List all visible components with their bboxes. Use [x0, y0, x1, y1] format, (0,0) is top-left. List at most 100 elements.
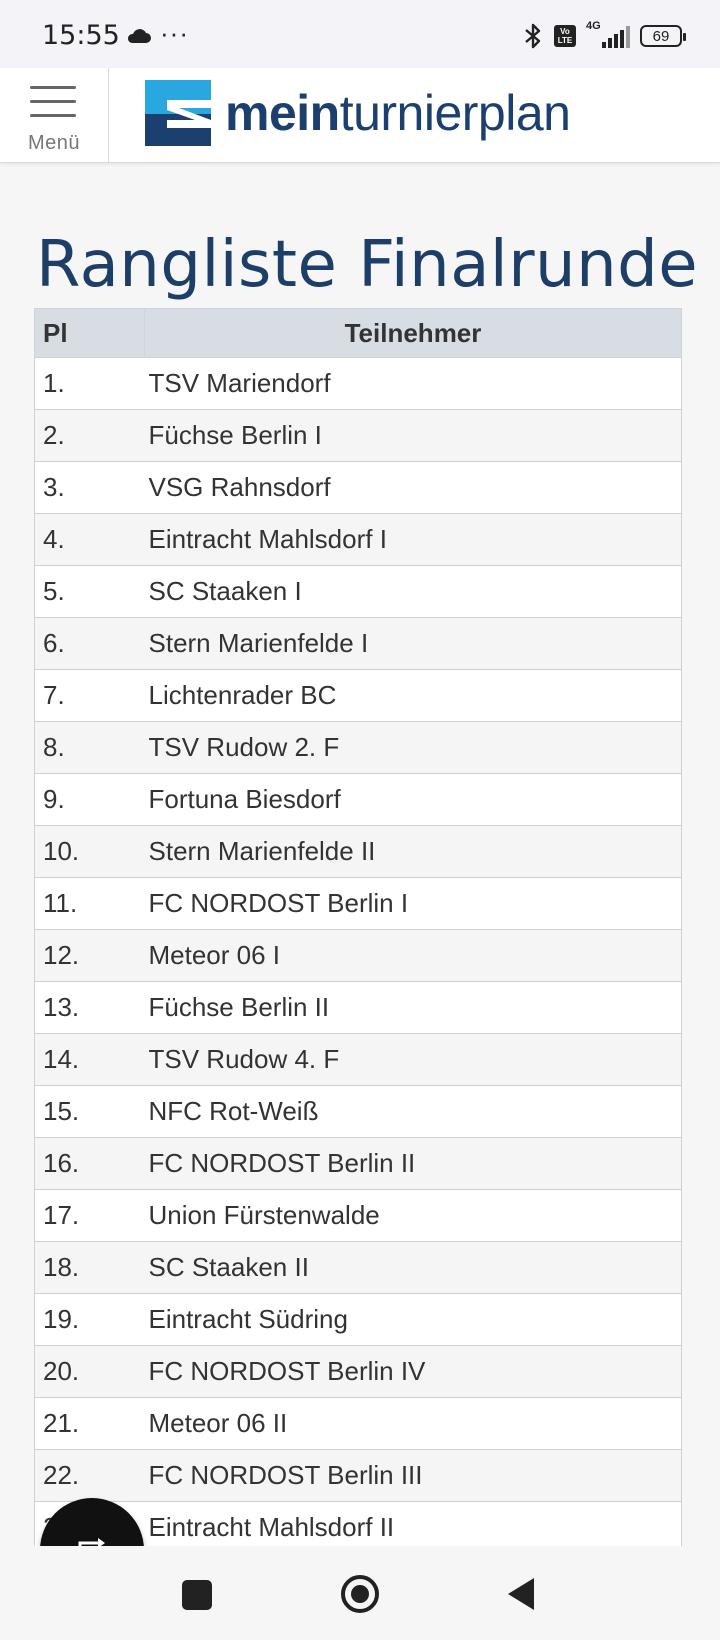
more-notifications-indicator: ···: [160, 18, 189, 48]
logo-mark-icon: [145, 80, 211, 146]
rank-cell: 2.: [34, 409, 145, 462]
cloud-icon: [126, 28, 152, 49]
page-title: Rangliste Finalrunde: [36, 228, 699, 302]
participant-cell: Eintracht Südring: [144, 1293, 682, 1346]
volte-icon: Vo LTE: [554, 25, 576, 47]
status-time: 15:55: [42, 20, 120, 51]
participant-cell: FC NORDOST Berlin II: [144, 1137, 682, 1190]
table-row: 14. TSV Rudow 4. F: [34, 1033, 682, 1086]
rank-cell: 22.: [34, 1449, 145, 1502]
table-row: 18. SC Staaken II: [34, 1241, 682, 1294]
rank-cell: 6.: [34, 617, 145, 670]
menu-label: Menü: [27, 132, 81, 154]
bluetooth-icon: [522, 22, 544, 50]
signal-icon: 4G: [586, 20, 630, 50]
participant-cell: VSG Rahnsdorf: [144, 461, 682, 514]
site-logo[interactable]: meinturnierplan: [145, 80, 571, 146]
table-row: 22. FC NORDOST Berlin III: [34, 1449, 682, 1502]
participant-cell: Stern Marienfelde I: [144, 617, 682, 670]
participant-cell: Füchse Berlin II: [144, 981, 682, 1034]
ranking-table-container[interactable]: Pl Teilnehmer 1. TSV Mariendorf 2. Füchse B…: [34, 308, 682, 1546]
rank-cell: 4.: [34, 513, 145, 566]
participant-cell: NFC Rot-Weiß: [144, 1085, 682, 1138]
table-header-row: Pl Teilnehmer: [34, 308, 682, 358]
hamburger-icon: [30, 86, 76, 89]
back-triangle-icon[interactable]: [506, 1576, 536, 1612]
menu-button[interactable]: Menü: [0, 68, 109, 162]
system-nav-bar: [0, 1546, 720, 1640]
rank-cell: 11.: [34, 877, 145, 930]
table-row: 1. TSV Mariendorf: [34, 357, 682, 410]
table-row: 9. Fortuna Biesdorf: [34, 773, 682, 826]
rank-cell: 21.: [34, 1397, 145, 1450]
table-row: 11. FC NORDOST Berlin I: [34, 877, 682, 930]
rank-cell: 9.: [34, 773, 145, 826]
battery-level: 69: [652, 27, 670, 45]
rank-cell: 18.: [34, 1241, 145, 1294]
logo-wordmark: meinturnierplan: [225, 84, 571, 142]
table-row: 6. Stern Marienfelde I: [34, 617, 682, 670]
column-header-rank: Pl: [34, 308, 145, 358]
participant-cell: Füchse Berlin I: [144, 409, 682, 462]
rank-cell: 12.: [34, 929, 145, 982]
table-row: 3. VSG Rahnsdorf: [34, 461, 682, 514]
table-row: 16. FC NORDOST Berlin II: [34, 1137, 682, 1190]
participant-cell: Union Fürstenwalde: [144, 1189, 682, 1242]
status-icons: Vo LTE 4G 69: [522, 20, 686, 50]
participant-cell: Meteor 06 II: [144, 1397, 682, 1450]
table-row: 15. NFC Rot-Weiß: [34, 1085, 682, 1138]
rank-cell: 14.: [34, 1033, 145, 1086]
home-circle-icon[interactable]: [340, 1574, 380, 1614]
hamburger-icon-bar: [30, 100, 76, 103]
table-row: 4. Eintracht Mahlsdorf I: [34, 513, 682, 566]
participant-cell: Eintracht Mahlsdorf I: [144, 513, 682, 566]
hamburger-icon-bar: [30, 114, 76, 117]
rank-cell: 17.: [34, 1189, 145, 1242]
participant-cell: FC NORDOST Berlin I: [144, 877, 682, 930]
rank-cell: 8.: [34, 721, 145, 774]
table-row: 17. Union Fürstenwalde: [34, 1189, 682, 1242]
rank-cell: 1.: [34, 357, 145, 410]
status-bar: 15:55 ··· Vo LTE 4G 69: [0, 0, 720, 68]
site-header: Menü meinturnierplan: [0, 68, 720, 163]
table-row: 13. Füchse Berlin II: [34, 981, 682, 1034]
table-row: 7. Lichtenrader BC: [34, 669, 682, 722]
logo-text-light: turnierplan: [339, 85, 571, 141]
participant-cell: SC Staaken II: [144, 1241, 682, 1294]
participant-cell: FC NORDOST Berlin IV: [144, 1345, 682, 1398]
network-type-label: 4G: [586, 20, 601, 32]
table-row: 21. Meteor 06 II: [34, 1397, 682, 1450]
rank-cell: 19.: [34, 1293, 145, 1346]
participant-cell: SC Staaken I: [144, 565, 682, 618]
rank-cell: 3.: [34, 461, 145, 514]
table-row: 19. Eintracht Südring: [34, 1293, 682, 1346]
ranking-table: Pl Teilnehmer 1. TSV Mariendorf 2. Füchse B…: [34, 308, 682, 1546]
participant-cell: TSV Rudow 4. F: [144, 1033, 682, 1086]
signal-bars: [602, 26, 630, 48]
participant-cell: TSV Mariendorf: [144, 357, 682, 410]
rank-cell: 13.: [34, 981, 145, 1034]
participant-cell: FC NORDOST Berlin III: [144, 1449, 682, 1502]
participant-cell: TSV Rudow 2. F: [144, 721, 682, 774]
rank-cell: 5.: [34, 565, 145, 618]
table-row: 8. TSV Rudow 2. F: [34, 721, 682, 774]
logo-text-bold: mein: [225, 85, 340, 141]
participant-cell: Lichtenrader BC: [144, 669, 682, 722]
table-row: 10. Stern Marienfelde II: [34, 825, 682, 878]
battery-icon: 69: [640, 25, 686, 47]
rank-cell: 15.: [34, 1085, 145, 1138]
participant-cell: Fortuna Biesdorf: [144, 773, 682, 826]
rank-cell: 7.: [34, 669, 145, 722]
rank-cell: 20.: [34, 1345, 145, 1398]
participant-cell: Meteor 06 I: [144, 929, 682, 982]
recents-square-icon[interactable]: [182, 1580, 212, 1610]
table-row: 2. Füchse Berlin I: [34, 409, 682, 462]
participant-cell: Eintracht Mahlsdorf II: [144, 1501, 682, 1546]
rank-cell: 10.: [34, 825, 145, 878]
participant-cell: Stern Marienfelde II: [144, 825, 682, 878]
column-header-participant: Teilnehmer: [144, 308, 682, 358]
table-row: 20. FC NORDOST Berlin IV: [34, 1345, 682, 1398]
table-row: 12. Meteor 06 I: [34, 929, 682, 982]
table-row: 5. SC Staaken I: [34, 565, 682, 618]
rank-cell: 16.: [34, 1137, 145, 1190]
